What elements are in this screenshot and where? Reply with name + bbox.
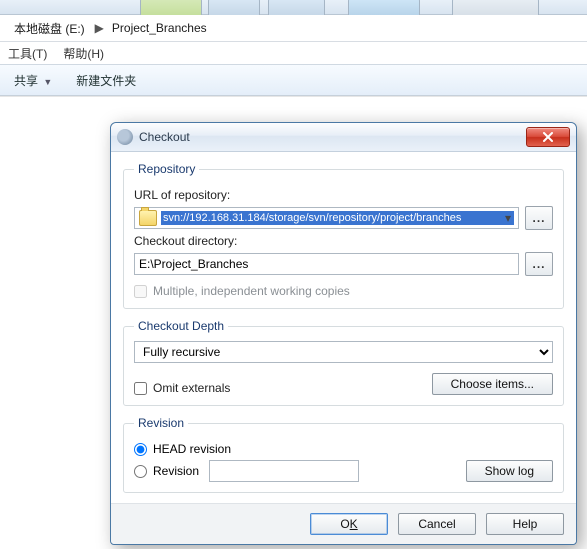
breadcrumb-seg-drive[interactable]: 本地磁盘 (E:) <box>8 18 93 39</box>
menu-bar: 工具(T) 帮助(H) <box>0 42 587 64</box>
cancel-button[interactable]: Cancel <box>398 513 476 535</box>
chevron-down-icon[interactable]: ▾ <box>500 210 516 226</box>
omit-externals-checkbox[interactable]: Omit externals <box>134 381 230 395</box>
menu-tools[interactable]: 工具(T) <box>8 45 47 62</box>
ok-button[interactable]: OK <box>310 513 388 535</box>
repository-url-value: svn://192.168.31.184/storage/svn/reposit… <box>161 211 514 225</box>
multiple-copies-checkbox[interactable]: Multiple, independent working copies <box>134 284 553 298</box>
head-revision-input[interactable] <box>134 443 147 456</box>
bg-tab <box>348 0 420 15</box>
revision-number-input[interactable] <box>209 460 359 482</box>
browse-repo-button[interactable]: ... <box>525 206 553 230</box>
revision-legend: Revision <box>134 416 188 430</box>
toolbar-new-folder[interactable]: 新建文件夹 <box>76 72 136 89</box>
depth-select[interactable]: Fully recursive <box>134 341 553 363</box>
checkout-depth-group: Checkout Depth Fully recursive Omit exte… <box>123 319 564 406</box>
specific-revision-input[interactable] <box>134 465 147 478</box>
checkout-dir-label: Checkout directory: <box>134 234 553 248</box>
dialog-titlebar[interactable]: Checkout <box>111 123 576 152</box>
choose-items-button[interactable]: Choose items... <box>432 373 553 395</box>
repository-group: Repository URL of repository: svn://192.… <box>123 162 564 309</box>
dialog-body: Repository URL of repository: svn://192.… <box>111 152 576 493</box>
dialog-footer: OK Cancel Help <box>111 503 576 544</box>
bg-tab <box>452 0 539 15</box>
head-revision-label: HEAD revision <box>153 442 231 456</box>
breadcrumb-seg-folder[interactable]: Project_Branches <box>106 19 215 37</box>
checkout-dialog: Checkout Repository URL of repository: s… <box>110 122 577 545</box>
checkout-icon <box>117 129 133 145</box>
omit-externals-label: Omit externals <box>153 381 230 395</box>
bg-tab <box>140 0 202 15</box>
repository-legend: Repository <box>134 162 199 176</box>
checkout-depth-legend: Checkout Depth <box>134 319 228 333</box>
explorer-window: 本地磁盘 (E:) ▶ Project_Branches 工具(T) 帮助(H)… <box>0 0 587 517</box>
multiple-copies-input[interactable] <box>134 285 147 298</box>
checkout-dir-input[interactable] <box>134 253 519 275</box>
breadcrumb[interactable]: 本地磁盘 (E:) ▶ Project_Branches <box>0 15 587 42</box>
help-button[interactable]: Help <box>486 513 564 535</box>
window-tabs-strip <box>0 0 587 15</box>
toolbar-share[interactable]: 共享 ▼ <box>14 72 52 89</box>
toolbar: 共享 ▼ 新建文件夹 <box>0 64 587 96</box>
explorer-client-area: Checkout Repository URL of repository: s… <box>0 96 587 517</box>
url-label: URL of repository: <box>134 188 553 202</box>
menu-help[interactable]: 帮助(H) <box>63 45 104 62</box>
dialog-title: Checkout <box>139 130 526 144</box>
chevron-down-icon: ▼ <box>43 77 52 87</box>
omit-externals-input[interactable] <box>134 382 147 395</box>
specific-revision-radio[interactable]: Revision <box>134 464 199 478</box>
close-icon <box>542 132 554 142</box>
folder-icon <box>139 210 157 226</box>
revision-group: Revision HEAD revision Revision Show log <box>123 416 564 493</box>
multiple-copies-label: Multiple, independent working copies <box>153 284 350 298</box>
specific-revision-label: Revision <box>153 464 199 478</box>
chevron-right-icon[interactable]: ▶ <box>95 21 104 35</box>
bg-tab <box>208 0 260 15</box>
bg-tab <box>268 0 325 15</box>
close-button[interactable] <box>526 127 570 147</box>
repository-url-combo[interactable]: svn://192.168.31.184/storage/svn/reposit… <box>134 207 519 229</box>
browse-dir-button[interactable]: ... <box>525 252 553 276</box>
head-revision-radio[interactable]: HEAD revision <box>134 442 553 456</box>
show-log-button[interactable]: Show log <box>466 460 553 482</box>
toolbar-share-label: 共享 <box>14 74 38 88</box>
